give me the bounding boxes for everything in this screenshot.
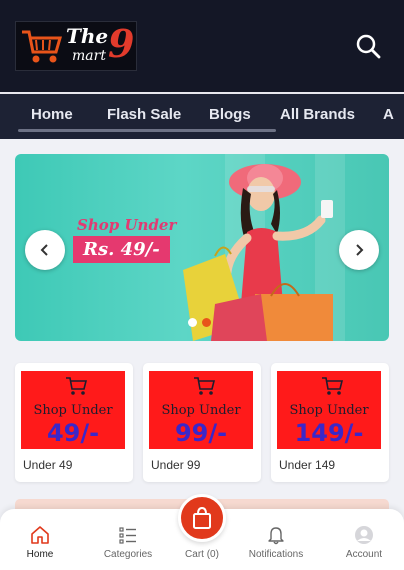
tab-notifications-label: Notifications: [248, 549, 304, 560]
tab-notifications[interactable]: Notifications: [236, 509, 316, 570]
brand-logo[interactable]: The mart 9: [15, 21, 137, 71]
card-label: Under 99: [151, 458, 201, 472]
price-card-image: Shop Under 149/-: [277, 371, 381, 449]
nav-item-all-brands[interactable]: All Brands: [280, 106, 355, 123]
card-price: 49/-: [46, 419, 100, 447]
card-label: Under 149: [279, 458, 336, 472]
card-shop-text: Shop Under: [289, 403, 369, 418]
search-icon: [356, 34, 381, 59]
tab-cart-label: Cart (0): [185, 549, 219, 560]
banner-pagination: [188, 318, 211, 327]
bell-icon: [268, 527, 284, 545]
banner-dot-2[interactable]: [202, 318, 211, 327]
list-icon: [119, 527, 136, 544]
tab-home-label: Home: [26, 549, 54, 560]
hero-banner[interactable]: Shop Under Rs. 49/-: [15, 154, 389, 341]
cart-icon: [194, 377, 216, 395]
cart-logo-icon: [22, 30, 62, 63]
card-shop-text: Shop Under: [33, 403, 113, 418]
brand-sub: mart: [72, 48, 106, 64]
card-price: 99/-: [174, 419, 228, 447]
brand-number: 9: [108, 21, 135, 66]
shopping-woman-illustration: [183, 164, 333, 341]
tab-categories[interactable]: Categories: [88, 509, 168, 570]
card-shop-text: Shop Under: [161, 403, 241, 418]
price-card-under-149[interactable]: Shop Under 149/- Under 149: [271, 363, 389, 482]
category-nav: Home Flash Sale Blogs All Brands A: [0, 92, 404, 139]
nav-scrollbar[interactable]: [18, 129, 276, 132]
price-card-under-99[interactable]: Shop Under 99/- Under 99: [143, 363, 261, 482]
cart-icon: [66, 377, 88, 395]
banner-next-button[interactable]: [339, 230, 379, 270]
chevron-left-icon: [40, 244, 48, 256]
card-label: Under 49: [23, 458, 73, 472]
brand-name: The: [66, 24, 109, 48]
cart-icon: [322, 377, 344, 395]
banner-prev-button[interactable]: [25, 230, 65, 270]
tab-home[interactable]: Home: [0, 509, 80, 570]
tab-account-label: Account: [345, 549, 383, 560]
chevron-right-icon: [356, 244, 364, 256]
app-header: The mart 9: [0, 0, 404, 92]
price-card-image: Shop Under 49/-: [21, 371, 125, 449]
tab-account[interactable]: Account: [324, 509, 404, 570]
card-price: 149/-: [294, 419, 364, 447]
nav-item-flash-sale[interactable]: Flash Sale: [107, 106, 181, 123]
shopping-bag-icon: [193, 506, 211, 529]
cart-button[interactable]: [178, 494, 226, 542]
home-icon: [31, 526, 49, 544]
banner-dot-1[interactable]: [188, 318, 197, 327]
tab-categories-label: Categories: [103, 549, 153, 560]
price-card-image: Shop Under 99/-: [149, 371, 253, 449]
nav-item-blogs[interactable]: Blogs: [209, 106, 251, 123]
user-avatar-icon: [355, 526, 373, 544]
search-button[interactable]: [352, 30, 384, 62]
price-card-under-49[interactable]: Shop Under 49/- Under 49: [15, 363, 133, 482]
nav-item-overflow[interactable]: A: [383, 106, 394, 123]
nav-item-home[interactable]: Home: [31, 106, 73, 123]
